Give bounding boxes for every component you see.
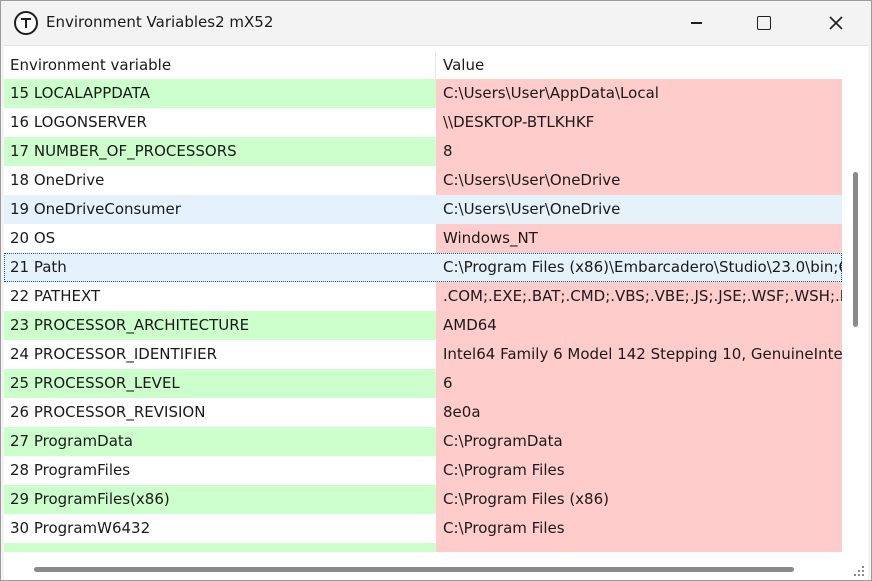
- variable-name-cell[interactable]: 17 NUMBER_OF_PROCESSORS: [4, 137, 436, 166]
- variable-name-cell[interactable]: 29 ProgramFiles(x86): [4, 485, 436, 514]
- variable-name-cell[interactable]: 20 OS: [4, 224, 436, 253]
- close-icon: [829, 16, 843, 30]
- table-row[interactable]: 16 LOGONSERVER \\DESKTOP-BTLKHKF: [4, 108, 842, 137]
- table-row[interactable]: 19 OneDriveConsumer C:\Users\User\OneDriv…: [4, 195, 842, 224]
- vertical-scrollbar[interactable]: [844, 51, 868, 552]
- maximize-icon: [757, 16, 771, 30]
- variable-value-cell[interactable]: C:\Program Files: [436, 456, 842, 485]
- variable-name-cell[interactable]: 21 Path: [4, 253, 436, 282]
- table-row[interactable]: 26 PROCESSOR_REVISION 8e0a: [4, 398, 842, 427]
- variable-name-cell[interactable]: 28 ProgramFiles: [4, 456, 436, 485]
- grid-panel: Environment variable Value 15 LOCALAPPDA…: [4, 45, 868, 580]
- table-row[interactable]: 29 ProgramFiles(x86) C:\Program Files (x8…: [4, 485, 842, 514]
- table-row[interactable]: 27 ProgramData C:\ProgramData: [4, 427, 842, 456]
- grid-rows: 15 LOCALAPPDATA C:\Users\User\AppData\Loc…: [4, 79, 842, 552]
- variable-name-cell[interactable]: 15 LOCALAPPDATA: [4, 79, 436, 108]
- vertical-scroll-thumb[interactable]: [853, 172, 858, 327]
- variable-value-cell[interactable]: C:\Users\User\AppData\Local: [436, 79, 842, 108]
- table-row[interactable]: [4, 543, 842, 552]
- variable-name-cell[interactable]: 30 ProgramW6432: [4, 514, 436, 543]
- table-row[interactable]: 24 PROCESSOR_IDENTIFIER Intel64 Family 6 …: [4, 340, 842, 369]
- grid-header: Environment variable Value: [4, 51, 842, 79]
- close-button[interactable]: [813, 1, 859, 45]
- variable-value-cell[interactable]: 6: [436, 369, 842, 398]
- variable-value-cell[interactable]: 8e0a: [436, 398, 842, 427]
- variable-name-cell[interactable]: 23 PROCESSOR_ARCHITECTURE: [4, 311, 436, 340]
- variable-name-cell[interactable]: 25 PROCESSOR_LEVEL: [4, 369, 436, 398]
- table-row[interactable]: 15 LOCALAPPDATA C:\Users\User\AppData\Loc…: [4, 79, 842, 108]
- minimize-button[interactable]: [673, 1, 719, 45]
- window-title: Environment Variables2 mX52: [46, 13, 274, 31]
- minimize-icon: [690, 22, 702, 24]
- maximize-button[interactable]: [741, 1, 787, 45]
- variable-value-cell[interactable]: AMD64: [436, 311, 842, 340]
- column-header-variable[interactable]: Environment variable: [4, 51, 436, 79]
- variable-value-cell[interactable]: C:\Program Files: [436, 514, 842, 543]
- horizontal-scrollbar[interactable]: [4, 552, 868, 580]
- table-row[interactable]: 22 PATHEXT .COM;.EXE;.BAT;.CMD;.VBS;.VBE;…: [4, 282, 842, 311]
- variable-value-cell[interactable]: [436, 543, 842, 552]
- resize-grip-icon[interactable]: [852, 564, 866, 578]
- table-row[interactable]: 17 NUMBER_OF_PROCESSORS 8: [4, 137, 842, 166]
- table-row[interactable]: 20 OS Windows_NT: [4, 224, 842, 253]
- app-window: Environment Variables2 mX52 Environment …: [0, 0, 872, 581]
- variable-value-cell[interactable]: C:\Users\User\OneDrive: [436, 195, 842, 224]
- variable-name-cell[interactable]: 24 PROCESSOR_IDENTIFIER: [4, 340, 436, 369]
- pi-logo-icon[interactable]: [14, 11, 38, 35]
- variable-value-cell[interactable]: Windows_NT: [436, 224, 842, 253]
- variable-name-cell[interactable]: 16 LOGONSERVER: [4, 108, 436, 137]
- variable-value-cell[interactable]: .COM;.EXE;.BAT;.CMD;.VBS;.VBE;.JS;.JSE;.…: [436, 282, 842, 311]
- variable-value-cell[interactable]: C:\Program Files (x86): [436, 485, 842, 514]
- variable-value-cell[interactable]: \\DESKTOP-BTLKHKF: [436, 108, 842, 137]
- variable-name-cell[interactable]: 26 PROCESSOR_REVISION: [4, 398, 436, 427]
- variable-value-cell[interactable]: 8: [436, 137, 842, 166]
- env-var-grid[interactable]: Environment variable Value 15 LOCALAPPDA…: [4, 51, 842, 552]
- variable-value-cell[interactable]: Intel64 Family 6 Model 142 Stepping 10, …: [436, 340, 842, 369]
- variable-name-cell[interactable]: 22 PATHEXT: [4, 282, 436, 311]
- table-row[interactable]: 18 OneDrive C:\Users\User\OneDrive: [4, 166, 842, 195]
- horizontal-scroll-thumb[interactable]: [34, 567, 794, 572]
- column-header-value[interactable]: Value: [436, 51, 842, 79]
- table-row[interactable]: 25 PROCESSOR_LEVEL 6: [4, 369, 842, 398]
- variable-name-cell[interactable]: 19 OneDriveConsumer: [4, 195, 436, 224]
- variable-name-cell[interactable]: 18 OneDrive: [4, 166, 436, 195]
- table-row[interactable]: 28 ProgramFiles C:\Program Files: [4, 456, 842, 485]
- variable-value-cell[interactable]: C:\Users\User\OneDrive: [436, 166, 842, 195]
- variable-value-cell[interactable]: C:\ProgramData: [436, 427, 842, 456]
- variable-name-cell[interactable]: 27 ProgramData: [4, 427, 436, 456]
- table-row[interactable]: 21 Path C:\Program Files (x86)\Embarcader…: [4, 253, 842, 282]
- table-row[interactable]: 30 ProgramW6432 C:\Program Files: [4, 514, 842, 543]
- title-bar[interactable]: Environment Variables2 mX52: [1, 1, 871, 45]
- table-row[interactable]: 23 PROCESSOR_ARCHITECTURE AMD64: [4, 311, 842, 340]
- variable-value-cell[interactable]: C:\Program Files (x86)\Embarcadero\Studi…: [436, 253, 842, 282]
- variable-name-cell[interactable]: [4, 543, 436, 552]
